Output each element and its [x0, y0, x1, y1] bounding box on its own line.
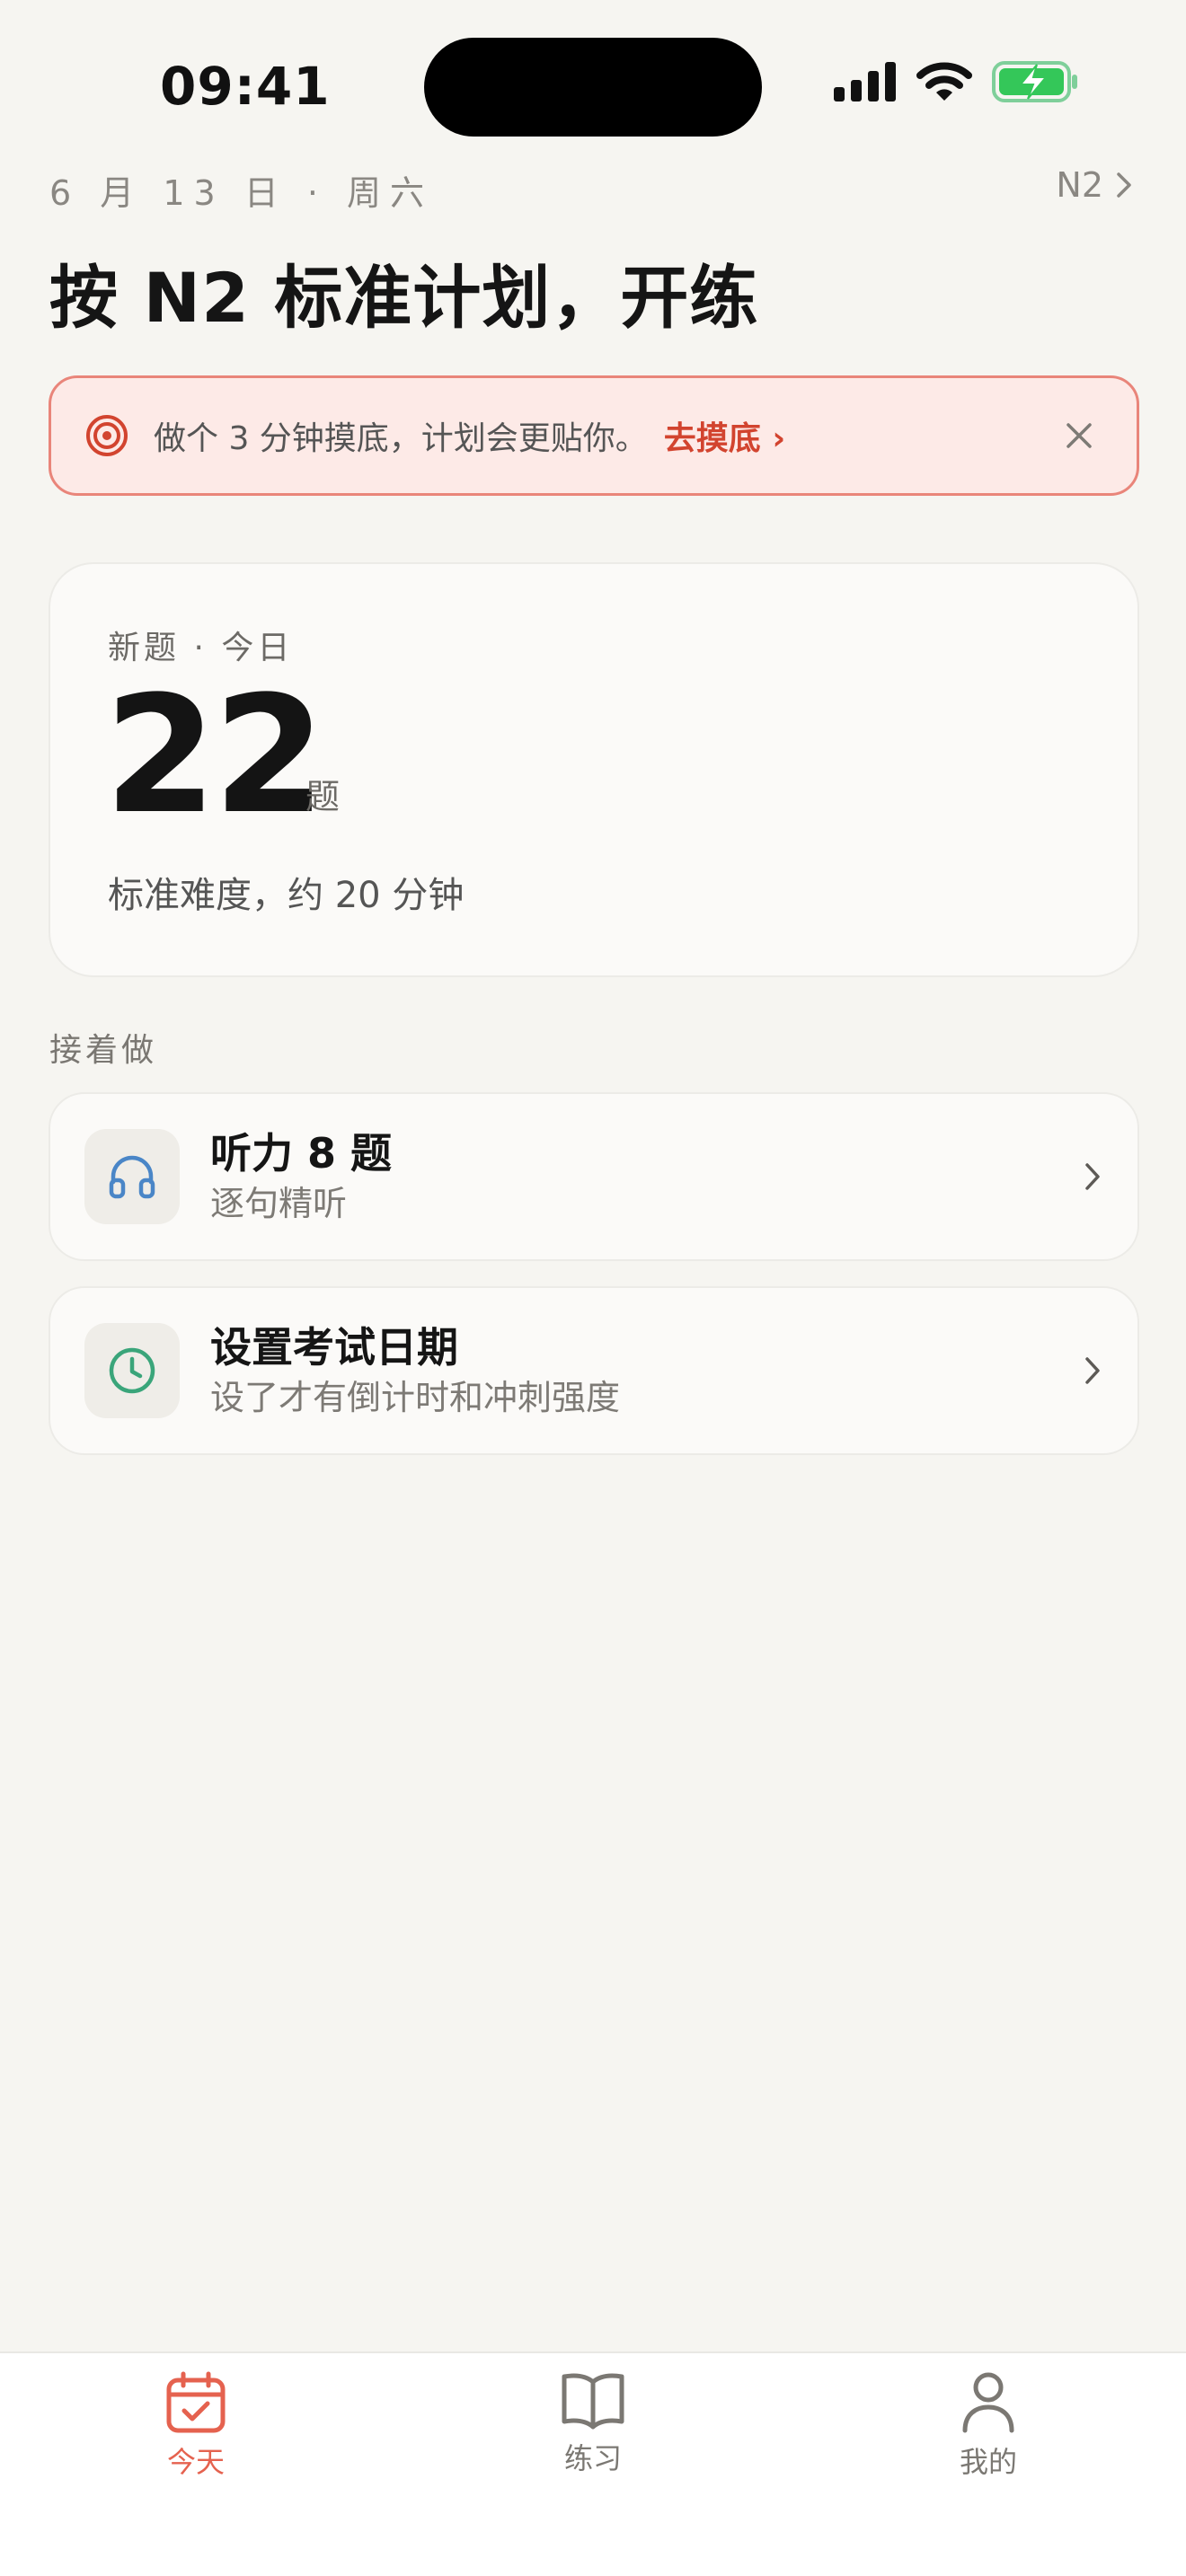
dynamic-island	[424, 38, 762, 137]
item-text: 听力 8 题 逐句精听	[210, 1127, 392, 1226]
status-time: 09:41	[160, 56, 331, 117]
item-title: 设置考试日期	[210, 1323, 458, 1372]
item-icon-box	[84, 1323, 180, 1418]
today-new-questions-card[interactable]: 新题 · 今日 22 题 标准难度，约 20 分钟	[49, 562, 1139, 977]
level-label: N2	[1056, 165, 1103, 205]
status-bar: 09:41	[0, 0, 1186, 171]
chevron-right-icon	[1085, 1163, 1100, 1190]
calendar-check-icon	[166, 2371, 226, 2433]
tab-bar: 今天 练习 我的	[0, 2351, 1186, 2576]
item-subtitle: 设了才有倒计时和冲刺强度	[210, 1378, 621, 1417]
status-icons	[834, 61, 1078, 102]
chevron-right-icon	[1085, 1357, 1100, 1384]
banner-text: 做个 3 分钟摸底，计划会更贴你。	[154, 420, 648, 457]
item-title: 听力 8 题	[210, 1129, 393, 1178]
list-item-listening[interactable]: 听力 8 题 逐句精听	[49, 1092, 1139, 1261]
clock-icon	[109, 1347, 155, 1394]
tab-practice[interactable]: 练习	[503, 2371, 683, 2477]
page-title: 按 N2 标准计划，开练	[49, 258, 759, 338]
headphones-icon	[109, 1155, 155, 1199]
banner-close-button[interactable]	[1052, 409, 1106, 463]
screen: 09:41 6 月 13 日 · 周六 N2 按 N2 标准计划，开练 做个 3…	[0, 0, 1186, 2576]
item-subtitle: 逐句精听	[210, 1184, 348, 1223]
battery-charging-icon	[992, 61, 1077, 102]
placement-test-banner[interactable]: 做个 3 分钟摸底，计划会更贴你。 去摸底 ›	[49, 375, 1139, 496]
tab-label: 我的	[959, 2445, 1017, 2479]
person-icon	[962, 2372, 1014, 2433]
section-label-continue: 接着做	[49, 1032, 158, 1069]
wifi-icon	[916, 62, 972, 101]
card-description: 标准难度，约 20 分钟	[108, 875, 465, 916]
chevron-right-icon	[1117, 172, 1131, 198]
list-item-exam-date[interactable]: 设置考试日期 设了才有倒计时和冲刺强度	[49, 1286, 1139, 1455]
question-count: 22	[104, 662, 325, 850]
book-icon	[562, 2373, 624, 2430]
tab-label: 今天	[166, 2445, 225, 2479]
item-icon-box	[84, 1129, 180, 1224]
tab-label: 练习	[563, 2441, 622, 2475]
question-unit: 题	[305, 777, 341, 816]
placement-test-link[interactable]: 去摸底 ›	[664, 412, 785, 459]
tab-profile[interactable]: 我的	[898, 2371, 1078, 2481]
date-label: 6 月 13 日 · 周六	[49, 173, 434, 213]
level-selector[interactable]: N2	[1056, 165, 1132, 205]
tab-today[interactable]: 今天	[106, 2371, 286, 2481]
close-icon	[1067, 423, 1092, 448]
item-text: 设置考试日期 设了才有倒计时和冲刺强度	[210, 1321, 620, 1420]
cellular-signal-icon	[834, 62, 896, 101]
target-icon	[86, 415, 128, 456]
